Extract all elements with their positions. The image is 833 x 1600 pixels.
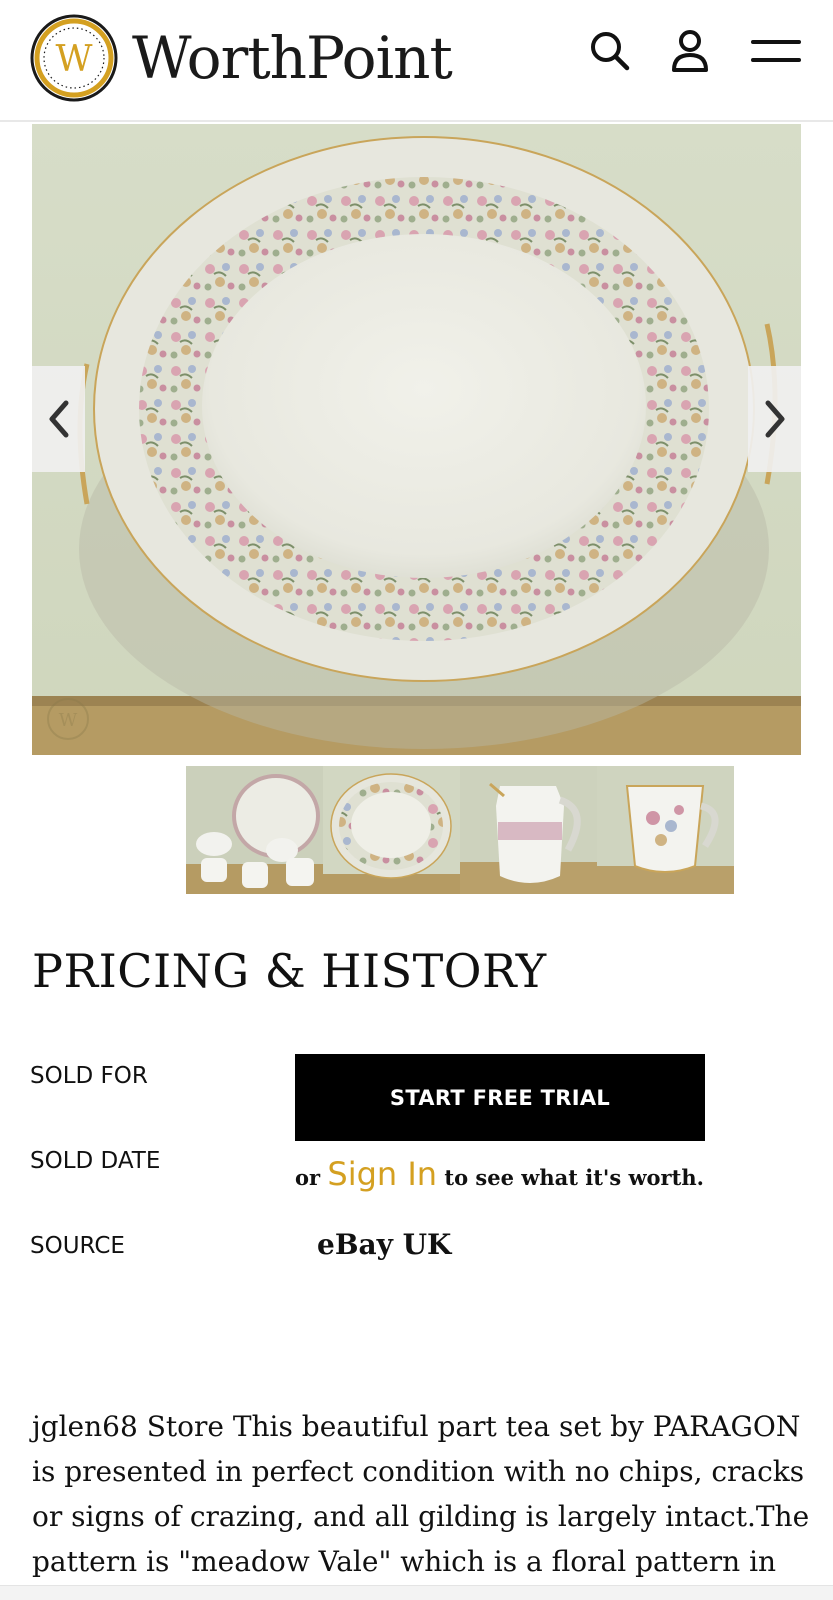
tea-set-thumbnail: [186, 766, 323, 894]
prev-image-button[interactable]: [32, 366, 85, 472]
logo-mark-icon: W: [30, 14, 118, 102]
cup-thumbnail: [597, 766, 734, 894]
menu-button[interactable]: [748, 26, 804, 76]
worth-text: to see what it's worth.: [444, 1165, 704, 1190]
bottom-bar: [0, 1585, 833, 1600]
thumbnail-3[interactable]: [460, 766, 597, 894]
logo-letter: W: [55, 39, 92, 80]
source-label: SOURCE: [30, 1233, 125, 1259]
search-button[interactable]: [585, 26, 635, 76]
menu-icon: [751, 40, 801, 62]
plate-photo: W: [32, 124, 801, 755]
user-icon: [672, 30, 708, 72]
sign-in-prompt: or Sign In to see what it's worth.: [295, 1155, 715, 1193]
start-free-trial-button[interactable]: START FREE TRIAL: [295, 1054, 705, 1141]
or-text: or: [295, 1165, 321, 1190]
pricing-history-title: PRICING & HISTORY: [32, 944, 547, 998]
sold-date-label: SOLD DATE: [30, 1148, 161, 1174]
thumbnail-strip: [186, 766, 734, 894]
account-button[interactable]: [665, 26, 715, 76]
jug-thumbnail: [460, 766, 597, 894]
sign-in-link[interactable]: Sign In: [327, 1155, 437, 1193]
chevron-left-icon: [49, 400, 68, 438]
thumbnail-4[interactable]: [597, 766, 734, 894]
svg-text:W: W: [59, 710, 78, 731]
source-value: eBay UK: [317, 1228, 452, 1261]
search-icon: [591, 32, 630, 71]
sold-for-label: SOLD FOR: [30, 1063, 148, 1089]
site-logo[interactable]: W WorthPoint: [30, 14, 453, 102]
plate-thumbnail: [323, 766, 460, 894]
logo-text: WorthPoint: [132, 24, 453, 92]
thumbnail-1[interactable]: [186, 766, 323, 894]
item-description: jglen68 Store This beautiful part tea se…: [32, 1410, 810, 1578]
next-image-button[interactable]: [748, 366, 801, 472]
thumbnail-2[interactable]: [323, 766, 460, 894]
main-image[interactable]: W: [32, 124, 801, 755]
site-header: W WorthPoint: [0, 0, 833, 122]
chevron-right-icon: [765, 400, 784, 438]
